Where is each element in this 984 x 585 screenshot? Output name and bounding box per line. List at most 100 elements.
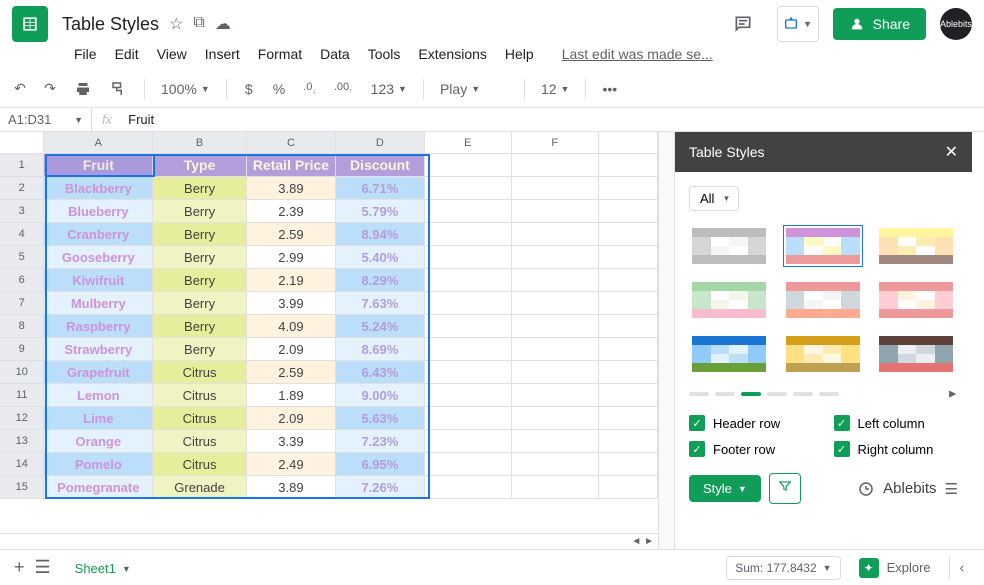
last-edit-link[interactable]: Last edit was made se...	[554, 42, 721, 66]
cell[interactable]: 5.63%	[336, 407, 425, 430]
cell[interactable]: 5.24%	[336, 315, 425, 338]
cell[interactable]	[512, 177, 599, 200]
row-header[interactable]: 5	[0, 246, 44, 269]
cell[interactable]: 2.39	[247, 200, 336, 223]
menu-data[interactable]: Data	[312, 42, 358, 66]
row-header[interactable]: 15	[0, 476, 44, 499]
row-header[interactable]: 12	[0, 407, 44, 430]
present-button[interactable]: ▼	[777, 6, 819, 42]
cell[interactable]: Blackberry	[44, 177, 153, 200]
checkbox-right-column[interactable]: ✓Right column	[834, 441, 959, 457]
checkbox-footer-row[interactable]: ✓Footer row	[689, 441, 814, 457]
cell[interactable]	[512, 430, 599, 453]
cell[interactable]: 2.59	[247, 361, 336, 384]
checkbox-header-row[interactable]: ✓Header row	[689, 415, 814, 431]
explore-button[interactable]: ✦Explore	[851, 554, 939, 582]
cell[interactable]	[599, 177, 658, 200]
cell[interactable]	[425, 338, 512, 361]
cell[interactable]: Grenade	[153, 476, 247, 499]
sheet-tab[interactable]: Sheet1▼	[61, 553, 145, 582]
cell[interactable]: Orange	[44, 430, 153, 453]
font-dropdown[interactable]: Play▼	[434, 79, 514, 99]
cell[interactable]: Mulberry	[44, 292, 153, 315]
side-rail[interactable]	[972, 132, 984, 549]
cell[interactable]: Berry	[153, 223, 247, 246]
template-thumbnail[interactable]	[783, 279, 863, 321]
cell[interactable]	[599, 361, 658, 384]
checkbox-left-column[interactable]: ✓Left column	[834, 415, 959, 431]
cell[interactable]: 2.09	[247, 338, 336, 361]
cell[interactable]: 6.43%	[336, 361, 425, 384]
row-header[interactable]: 2	[0, 177, 44, 200]
cell[interactable]: 5.79%	[336, 200, 425, 223]
cell[interactable]	[599, 407, 658, 430]
share-button[interactable]: Share	[833, 8, 926, 40]
cell[interactable]: Berry	[153, 338, 247, 361]
cell[interactable]: 7.23%	[336, 430, 425, 453]
close-icon[interactable]: ✕	[945, 142, 958, 162]
cell[interactable]	[512, 292, 599, 315]
template-thumbnail[interactable]	[783, 225, 863, 267]
cell[interactable]	[512, 315, 599, 338]
ablebits-brand[interactable]: Ablebits ☰	[857, 480, 958, 498]
decrease-decimal-icon[interactable]: .0↓	[297, 77, 322, 99]
name-box[interactable]: A1:D31▼	[0, 108, 92, 132]
cell[interactable]: 4.09	[247, 315, 336, 338]
row-header[interactable]: 10	[0, 361, 44, 384]
cell[interactable]: Gooseberry	[44, 246, 153, 269]
cell[interactable]: 8.94%	[336, 223, 425, 246]
row-header[interactable]: 14	[0, 453, 44, 476]
menu-file[interactable]: File	[66, 42, 105, 66]
redo-icon[interactable]: ↷	[38, 76, 62, 101]
cell[interactable]	[512, 269, 599, 292]
cell[interactable]: Citrus	[153, 430, 247, 453]
cell[interactable]: Berry	[153, 246, 247, 269]
cell[interactable]: 8.69%	[336, 338, 425, 361]
col-header-C[interactable]: C	[247, 132, 336, 153]
cell[interactable]: 2.09	[247, 407, 336, 430]
cell[interactable]	[599, 430, 658, 453]
template-thumbnail[interactable]	[876, 333, 956, 375]
cell[interactable]	[512, 154, 599, 177]
cell[interactable]: Cranberry	[44, 223, 153, 246]
cell[interactable]	[425, 361, 512, 384]
pager-dot[interactable]	[689, 392, 709, 396]
cell[interactable]	[599, 338, 658, 361]
cell[interactable]	[512, 223, 599, 246]
chevron-up-icon[interactable]: ▼	[945, 388, 959, 400]
cell[interactable]: Kiwifruit	[44, 269, 153, 292]
col-header-E[interactable]: E	[425, 132, 512, 153]
cell[interactable]: 7.63%	[336, 292, 425, 315]
style-button[interactable]: Style▼	[689, 475, 761, 502]
cell[interactable]	[599, 269, 658, 292]
all-sheets-icon[interactable]: ☰	[35, 557, 51, 578]
cell[interactable]: Fruit	[44, 154, 153, 177]
menu-help[interactable]: Help	[497, 42, 542, 66]
cell[interactable]: Citrus	[153, 361, 247, 384]
currency-icon[interactable]: $	[237, 77, 261, 101]
cell[interactable]	[425, 453, 512, 476]
cell[interactable]	[599, 246, 658, 269]
cell[interactable]	[599, 223, 658, 246]
template-thumbnail[interactable]	[876, 225, 956, 267]
template-filter-dropdown[interactable]: All	[689, 186, 739, 211]
pager-dot[interactable]	[793, 392, 813, 396]
pager-dot[interactable]	[741, 392, 761, 396]
cell[interactable]: Citrus	[153, 407, 247, 430]
template-thumbnail[interactable]	[689, 225, 769, 267]
cell[interactable]: Berry	[153, 177, 247, 200]
menu-format[interactable]: Format	[250, 42, 310, 66]
cell[interactable]: Citrus	[153, 384, 247, 407]
cell[interactable]	[512, 361, 599, 384]
row-header[interactable]: 6	[0, 269, 44, 292]
undo-icon[interactable]: ↶	[8, 76, 32, 101]
vertical-scrollbar[interactable]	[658, 132, 674, 549]
cell[interactable]	[425, 315, 512, 338]
pager-dot[interactable]	[819, 392, 839, 396]
cell[interactable]: Retail Price	[247, 154, 336, 177]
cell[interactable]: 6.71%	[336, 177, 425, 200]
template-thumbnail[interactable]	[783, 333, 863, 375]
cloud-icon[interactable]: ☁	[215, 14, 231, 34]
cell[interactable]	[425, 269, 512, 292]
cell[interactable]: 2.59	[247, 223, 336, 246]
